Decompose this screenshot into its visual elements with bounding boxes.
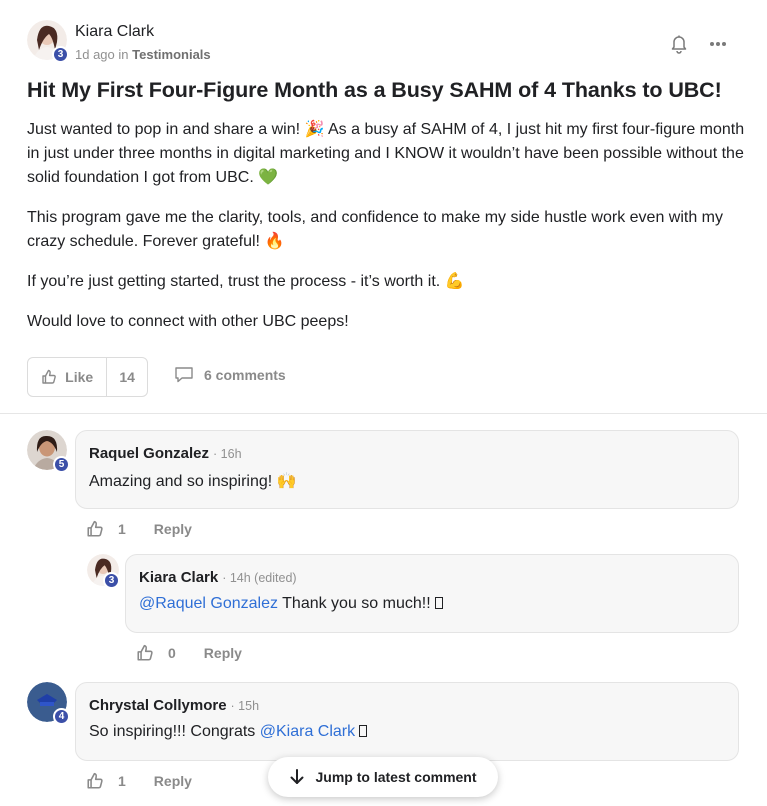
unknown-glyph-icon [359, 725, 368, 737]
comment-actions: 1 Reply [86, 520, 192, 538]
more-options-icon[interactable] [706, 32, 730, 56]
author-name[interactable]: Kiara Clark [75, 23, 154, 41]
post-meta-in: in [118, 47, 129, 62]
post-paragraph: If you’re just getting started, trust th… [27, 273, 465, 290]
comment-time: · 14h (edited) [222, 571, 297, 585]
comment-icon [175, 367, 193, 383]
comment-time: · 16h [213, 447, 242, 461]
like-count[interactable]: 14 [107, 358, 147, 396]
comment-text-body: Thank you so much!! [277, 595, 431, 612]
like-group: Like 14 [27, 357, 148, 397]
like-button[interactable]: Like [28, 358, 108, 396]
comment-author[interactable]: Raquel Gonzalez · 16h [89, 445, 242, 462]
divider [0, 413, 767, 414]
comment-author-name[interactable]: Raquel Gonzalez [89, 445, 209, 462]
comment-actions: 1 Reply [86, 772, 192, 790]
comment-author[interactable]: Chrystal Collymore · 15h [89, 697, 259, 714]
comments-count: 6 comments [204, 367, 286, 383]
reply-button[interactable]: Reply [204, 645, 242, 661]
comment-like-count: 1 [118, 521, 126, 537]
comment-bubble: Chrystal Collymore · 15h So inspiring!!! … [75, 682, 739, 761]
level-badge: 5 [53, 456, 70, 473]
reply-button[interactable]: Reply [154, 773, 192, 789]
comment-text: Amazing and so inspiring! 🙌 [89, 473, 297, 490]
arrow-down-icon [290, 769, 304, 784]
comment-text: @Raquel Gonzalez Thank you so much!! [139, 595, 443, 613]
comments-button[interactable]: 6 comments [174, 366, 286, 384]
post-category[interactable]: Testimonials [132, 47, 211, 62]
post-meta: 1d ago in Testimonials [75, 47, 211, 62]
reply-button[interactable]: Reply [154, 521, 192, 537]
comment-text: So inspiring!!! Congrats @Kiara Clark [89, 723, 368, 741]
post-paragraph: This program gave me the clarity, tools,… [27, 209, 724, 250]
comment-author-name[interactable]: Kiara Clark [139, 569, 218, 586]
thumbs-up-icon[interactable] [86, 520, 104, 538]
post-paragraph: Would love to connect with other UBC pee… [27, 313, 349, 330]
mention-link[interactable]: @Raquel Gonzalez [139, 595, 278, 612]
comment-author-name[interactable]: Chrystal Collymore [89, 697, 227, 714]
comment-time: · 15h [230, 699, 260, 713]
unknown-glyph-icon [434, 597, 443, 609]
level-badge: 4 [53, 708, 70, 725]
jump-to-latest-button[interactable]: Jump to latest comment [268, 757, 498, 797]
post-body: Just wanted to pop in and share a win! 🎉… [27, 118, 747, 350]
comment-like-count: 1 [118, 773, 126, 789]
post-header: 3 Kiara Clark 1d ago in Testimonials [27, 20, 747, 64]
level-badge: 3 [52, 46, 69, 63]
bell-icon[interactable] [667, 32, 691, 56]
comment-author[interactable]: Kiara Clark · 14h (edited) [139, 569, 297, 586]
like-label: Like [65, 369, 94, 385]
thumbs-up-icon [42, 369, 56, 384]
comment-text-body: So inspiring!!! Congrats [89, 723, 260, 740]
thumbs-up-icon[interactable] [136, 644, 154, 662]
jump-label: Jump to latest comment [315, 769, 477, 785]
post-title: Hit My First Four-Figure Month as a Busy… [27, 78, 722, 102]
post-time: 1d ago [75, 47, 115, 62]
thumbs-up-icon[interactable] [86, 772, 104, 790]
comment-bubble: Raquel Gonzalez · 16h Amazing and so insp… [75, 430, 739, 509]
comment-like-count: 0 [168, 645, 176, 661]
level-badge: 3 [103, 572, 120, 589]
comment-bubble: Kiara Clark · 14h (edited) @Raquel Gonzal… [125, 554, 739, 633]
post-paragraph: Just wanted to pop in and share a win! 🎉… [27, 121, 745, 186]
mention-link[interactable]: @Kiara Clark [260, 723, 355, 740]
comment-actions: 0 Reply [136, 644, 242, 662]
